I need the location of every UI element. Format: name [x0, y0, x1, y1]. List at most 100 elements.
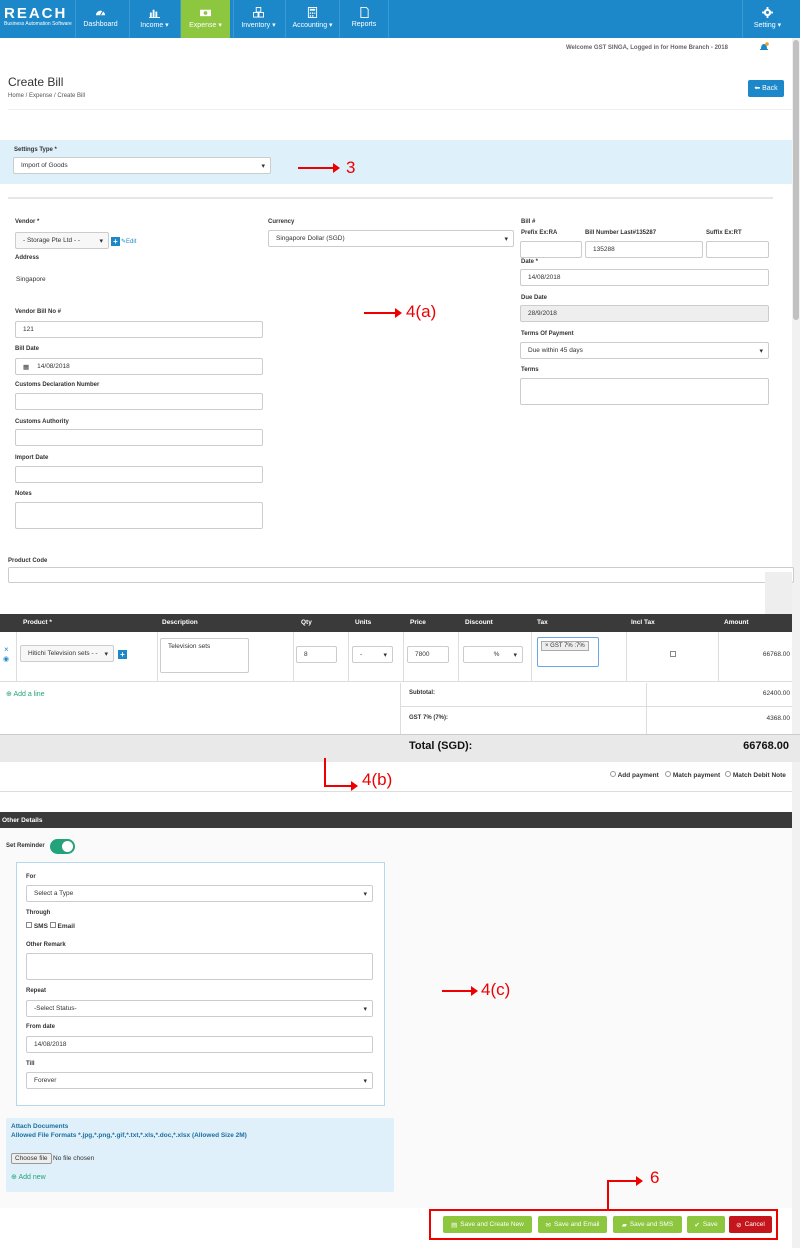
add-line-link[interactable]: ⊕ Add a line [6, 690, 45, 698]
settings-type-label: Settings Type * [14, 147, 57, 153]
nav-inventory[interactable]: Inventory ▾ [233, 0, 283, 38]
add-new-link[interactable]: ⊕ Add new [11, 1173, 46, 1181]
suffix-input[interactable] [706, 241, 769, 258]
till-select[interactable]: Forever [26, 1072, 373, 1089]
bill-date-value: 14/08/2018 [37, 363, 70, 370]
terms-of-payment-value: Due within 45 days [528, 347, 583, 354]
sms-option[interactable]: SMS Email [26, 922, 75, 930]
vendor-label: Vendor * [15, 219, 40, 225]
cubes-icon [253, 7, 264, 18]
match-payment-radio[interactable] [665, 771, 671, 777]
prefix-input[interactable] [520, 241, 582, 258]
dashboard-icon [95, 10, 106, 16]
incl-tax-checkbox[interactable] [670, 651, 676, 657]
settings-type-value: Import of Goods [21, 162, 68, 169]
import-date-input[interactable] [15, 466, 263, 483]
arrow-left-icon: ⬅ [754, 85, 763, 92]
settings-type-select[interactable]: Import of Goods [13, 157, 271, 174]
repeat-select[interactable]: -Select Status- [26, 1000, 373, 1017]
tax-tag[interactable]: × GST 7% :7% [541, 641, 589, 651]
scrollbar-thumb[interactable] [793, 40, 799, 320]
description-textarea[interactable]: Television sets [160, 638, 249, 673]
nav-reports-label: Reports [351, 21, 377, 28]
terms-label: Terms [521, 367, 539, 373]
divider [8, 109, 792, 110]
sms-checkbox[interactable] [26, 922, 32, 928]
nav-accounting[interactable]: Accounting ▾ [285, 0, 339, 38]
save-and-create-new-button[interactable]: ▤ Save and Create New [443, 1216, 532, 1233]
email-label: Email [57, 923, 75, 930]
currency-select[interactable]: Singapore Dollar (SGD) [268, 230, 514, 247]
nav-income[interactable]: Income ▾ [129, 0, 179, 38]
for-label: For [26, 874, 36, 880]
add-product-icon[interactable]: + [118, 650, 127, 659]
email-checkbox[interactable] [49, 922, 56, 928]
product-code-input[interactable] [8, 567, 794, 583]
save-and-email-button[interactable]: ✉ Save and Email [538, 1216, 607, 1233]
from-date-input[interactable]: 14/08/2018 [26, 1036, 373, 1053]
bell-icon[interactable] [759, 42, 769, 52]
gst-label: GST 7% (7%): [409, 715, 449, 721]
address-label: Address [15, 255, 40, 261]
other-remark-textarea[interactable] [26, 953, 373, 980]
vendor-bill-no-value: 121 [23, 326, 34, 333]
save-and-sms-button[interactable]: ▰ Save and SMS [613, 1216, 682, 1233]
col-units: Units [355, 619, 372, 626]
terms-of-payment-select[interactable]: Due within 45 days [520, 342, 769, 359]
tax-multiselect[interactable]: × GST 7% :7% [537, 637, 599, 667]
match-payment-option[interactable]: Match payment [665, 771, 720, 779]
divider [157, 632, 158, 682]
match-debit-note-radio[interactable] [725, 771, 731, 777]
price-value: 7800 [415, 651, 430, 658]
cancel-button[interactable]: ⊘ Cancel [729, 1216, 772, 1233]
bar-chart-icon [149, 9, 160, 18]
match-debit-note-option[interactable]: Match Debit Note [725, 771, 786, 779]
nav-income-label: Income ▾ [140, 22, 169, 29]
terms-textarea[interactable] [520, 378, 769, 405]
choose-file-button[interactable]: Choose file [11, 1153, 52, 1164]
vendor-select[interactable]: - Storage Pte Ltd - - [15, 232, 109, 249]
total-value: 66768.00 [743, 740, 789, 752]
currency-label: Currency [268, 219, 295, 225]
bill-date-label: Bill Date [15, 346, 40, 352]
units-select[interactable]: - [352, 646, 393, 663]
col-discount: Discount [465, 619, 493, 626]
divider [293, 632, 294, 682]
logo[interactable]: REACH Business Automation Software [4, 6, 72, 28]
annotation-line-6 [607, 1181, 609, 1210]
qty-input[interactable]: 8 [296, 646, 337, 663]
due-date-input[interactable]: 28/9/2018 [520, 305, 769, 322]
add-payment-option[interactable]: Add payment [610, 771, 659, 779]
nav-dashboard-label: Dashboard [83, 21, 118, 28]
nav-dashboard[interactable]: Dashboard [75, 0, 125, 38]
edit-vendor-link[interactable]: ✎Edit [121, 238, 136, 245]
discount-type-select[interactable]: % [463, 646, 523, 663]
tax-tag-label: GST 7% :7% [550, 643, 585, 649]
row-amount: 66768.00 [762, 651, 790, 658]
set-reminder-toggle[interactable] [50, 839, 75, 854]
date-input[interactable]: 14/08/2018 [520, 269, 769, 286]
add-vendor-icon[interactable]: + [111, 237, 120, 246]
customs-declaration-input[interactable] [15, 393, 263, 410]
eye-icon[interactable]: ◉ [3, 655, 9, 663]
nav-setting[interactable]: Setting ▾ [742, 0, 792, 38]
back-button[interactable]: ⬅ Back [748, 80, 784, 97]
notes-textarea[interactable] [15, 502, 263, 529]
breadcrumb[interactable]: Home / Expense / Create Bill [8, 93, 85, 99]
vendor-bill-no-input[interactable]: 121 [15, 321, 263, 338]
bill-number-input[interactable]: 135288 [585, 241, 703, 258]
file-icon: ▤ [451, 1221, 458, 1229]
nav-expense[interactable]: Expense ▾ [180, 0, 230, 38]
save-button[interactable]: ✔ Save [687, 1216, 725, 1233]
product-select[interactable]: Hitichi Television sets - - [20, 645, 114, 662]
bill-date-input[interactable]: ▦ 14/08/2018 [15, 358, 263, 375]
divider [718, 632, 719, 682]
customs-authority-input[interactable] [15, 429, 263, 446]
for-select[interactable]: Select a Type [26, 885, 373, 902]
remove-row-icon[interactable]: × [4, 646, 9, 654]
price-input[interactable]: 7800 [407, 646, 449, 663]
divider [16, 632, 17, 682]
nav-reports[interactable]: Reports [339, 0, 389, 38]
add-payment-radio[interactable] [610, 771, 616, 777]
col-product: Product * [23, 619, 52, 626]
